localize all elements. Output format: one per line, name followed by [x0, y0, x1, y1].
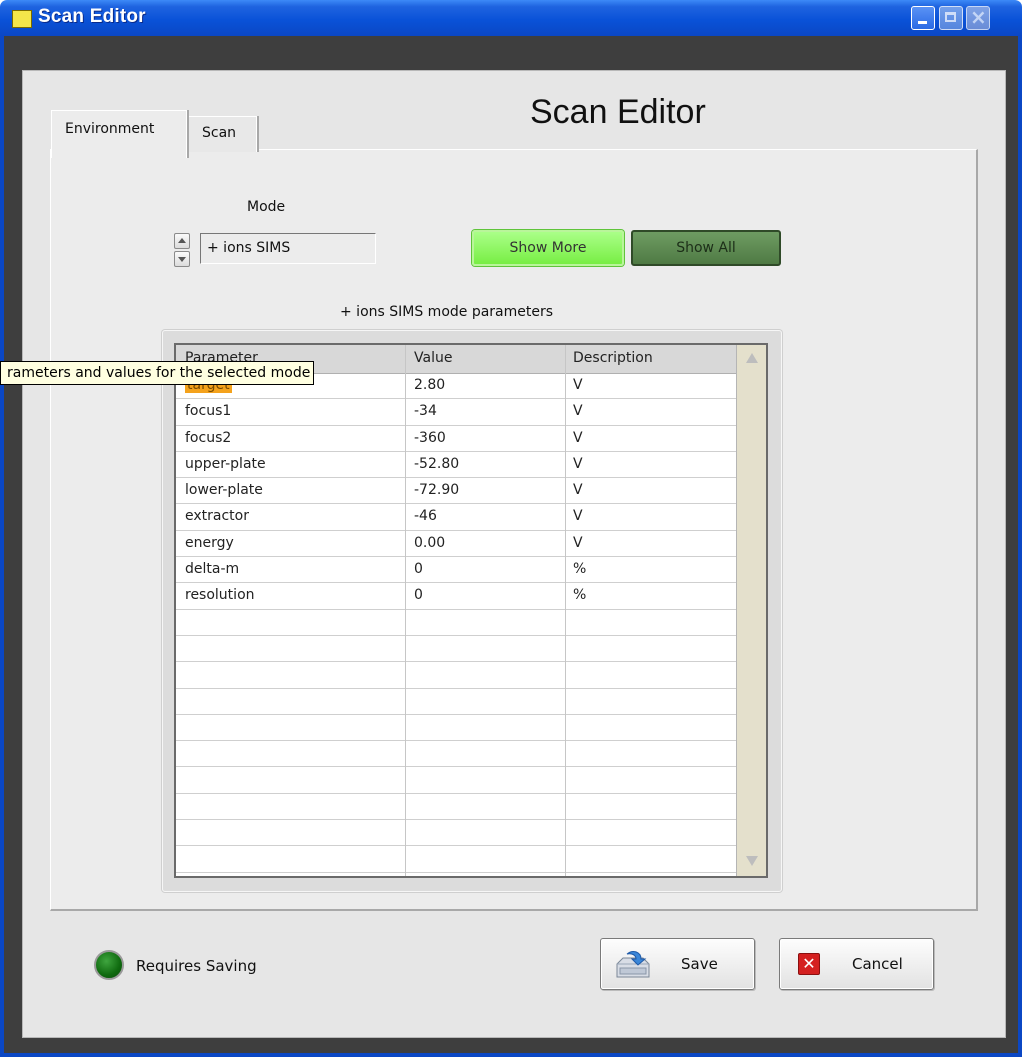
tab-environment[interactable]: Environment	[51, 110, 187, 158]
requires-saving-label: Requires Saving	[136, 957, 257, 975]
cell-parameter[interactable]: energy	[185, 535, 234, 551]
spinner-up-button[interactable]	[174, 233, 190, 249]
cancel-label: Cancel	[852, 955, 903, 973]
cell-description[interactable]: V	[573, 508, 583, 524]
cell-parameter[interactable]: lower-plate	[185, 482, 263, 498]
cell-description[interactable]: %	[573, 561, 586, 577]
save-button[interactable]: Save	[600, 938, 755, 990]
show-more-button[interactable]: Show More	[472, 230, 624, 266]
window-frame-bottom	[0, 1053, 1022, 1057]
cancel-button[interactable]: ✕ Cancel	[779, 938, 934, 990]
table-scrollbar[interactable]	[736, 345, 766, 876]
table-row[interactable]	[176, 610, 736, 636]
table-row[interactable]: focus2 -360 V	[176, 426, 736, 452]
table-row[interactable]: extractor -46 V	[176, 504, 736, 531]
table-row[interactable]	[176, 820, 736, 847]
cell-parameter[interactable]: upper-plate	[185, 456, 266, 472]
cell-parameter[interactable]: delta-m	[185, 561, 239, 577]
column-header-description[interactable]: Description	[573, 350, 653, 366]
mode-field[interactable]: + ions SIMS	[200, 233, 376, 264]
table-row[interactable]: lower-plate -72.90 V	[176, 478, 736, 505]
table-row[interactable]	[176, 846, 736, 873]
tab-scan[interactable]: Scan	[187, 116, 257, 152]
page-title: Scan Editor	[530, 93, 706, 131]
table-row[interactable]	[176, 741, 736, 768]
cell-parameter[interactable]: focus1	[185, 403, 231, 419]
table-row[interactable]	[176, 794, 736, 821]
scroll-up-icon[interactable]	[746, 353, 758, 363]
cell-value[interactable]: -52.80	[414, 456, 459, 472]
minimize-button[interactable]	[911, 6, 935, 30]
requires-saving-led	[94, 950, 124, 980]
cell-value[interactable]: -360	[414, 430, 446, 446]
window-frame-right	[1018, 36, 1022, 1057]
table-row[interactable]: focus1 -34 V	[176, 399, 736, 426]
minimize-icon	[918, 21, 927, 24]
close-button[interactable]: ×	[966, 5, 990, 30]
cell-description[interactable]: V	[573, 535, 583, 551]
cell-description[interactable]: V	[573, 403, 583, 419]
table-row[interactable]	[176, 689, 736, 715]
column-header-value[interactable]: Value	[414, 350, 452, 366]
arrow-down-icon	[178, 257, 186, 262]
cell-description[interactable]: V	[573, 456, 583, 472]
column-divider	[565, 345, 566, 876]
table-caption: + ions SIMS mode parameters	[340, 304, 554, 320]
title-bar[interactable]: Scan Editor ×	[0, 0, 1022, 36]
table-row[interactable]: delta-m 0%	[176, 557, 736, 584]
cell-description[interactable]: V	[573, 482, 583, 498]
app-icon	[12, 10, 32, 28]
table-row[interactable]	[176, 662, 736, 689]
arrow-up-icon	[178, 238, 186, 243]
column-divider	[405, 345, 406, 876]
mode-spinner[interactable]	[174, 233, 190, 267]
cell-value[interactable]: 0.00	[414, 535, 445, 551]
cell-value[interactable]: -34	[414, 403, 437, 419]
table-row[interactable]	[176, 715, 736, 742]
tooltip: rameters and values for the selected mod…	[0, 361, 315, 385]
cell-value[interactable]: 0	[414, 561, 423, 577]
maximize-button[interactable]	[939, 6, 963, 30]
cell-parameter[interactable]: extractor	[185, 508, 249, 524]
cell-description[interactable]: V	[573, 430, 583, 446]
cell-value[interactable]: 2.80	[414, 377, 445, 393]
table-row[interactable]	[176, 636, 736, 663]
save-label: Save	[681, 955, 718, 973]
table-row[interactable]	[176, 767, 736, 794]
close-icon: ×	[970, 5, 987, 29]
cell-value[interactable]: -72.90	[414, 482, 459, 498]
table-row[interactable]: resolution 0%	[176, 583, 736, 610]
cancel-x-icon: ✕	[798, 953, 820, 975]
cell-description[interactable]: V	[573, 377, 583, 393]
window-title: Scan Editor	[38, 6, 146, 27]
table-row[interactable]: upper-plate -52.80 V	[176, 452, 736, 479]
parameters-table[interactable]: Parameter Value Description target 2.80 Vf…	[174, 343, 768, 878]
cell-value[interactable]: 0	[414, 587, 423, 603]
spinner-down-button[interactable]	[174, 251, 190, 267]
save-icon	[616, 951, 650, 978]
table-body: target 2.80 Vfocus1 -34 Vfocus2 -360 Vupper-pl…	[176, 373, 736, 873]
cell-parameter[interactable]: focus2	[185, 430, 231, 446]
cell-parameter[interactable]: resolution	[185, 587, 255, 603]
mode-label: Mode	[247, 199, 286, 215]
show-all-button[interactable]: Show All	[631, 230, 781, 266]
scroll-down-icon[interactable]	[746, 856, 758, 866]
maximize-icon	[945, 12, 956, 22]
cell-description[interactable]: %	[573, 587, 586, 603]
table-row[interactable]: energy 0.00 V	[176, 531, 736, 558]
cell-value[interactable]: -46	[414, 508, 437, 524]
